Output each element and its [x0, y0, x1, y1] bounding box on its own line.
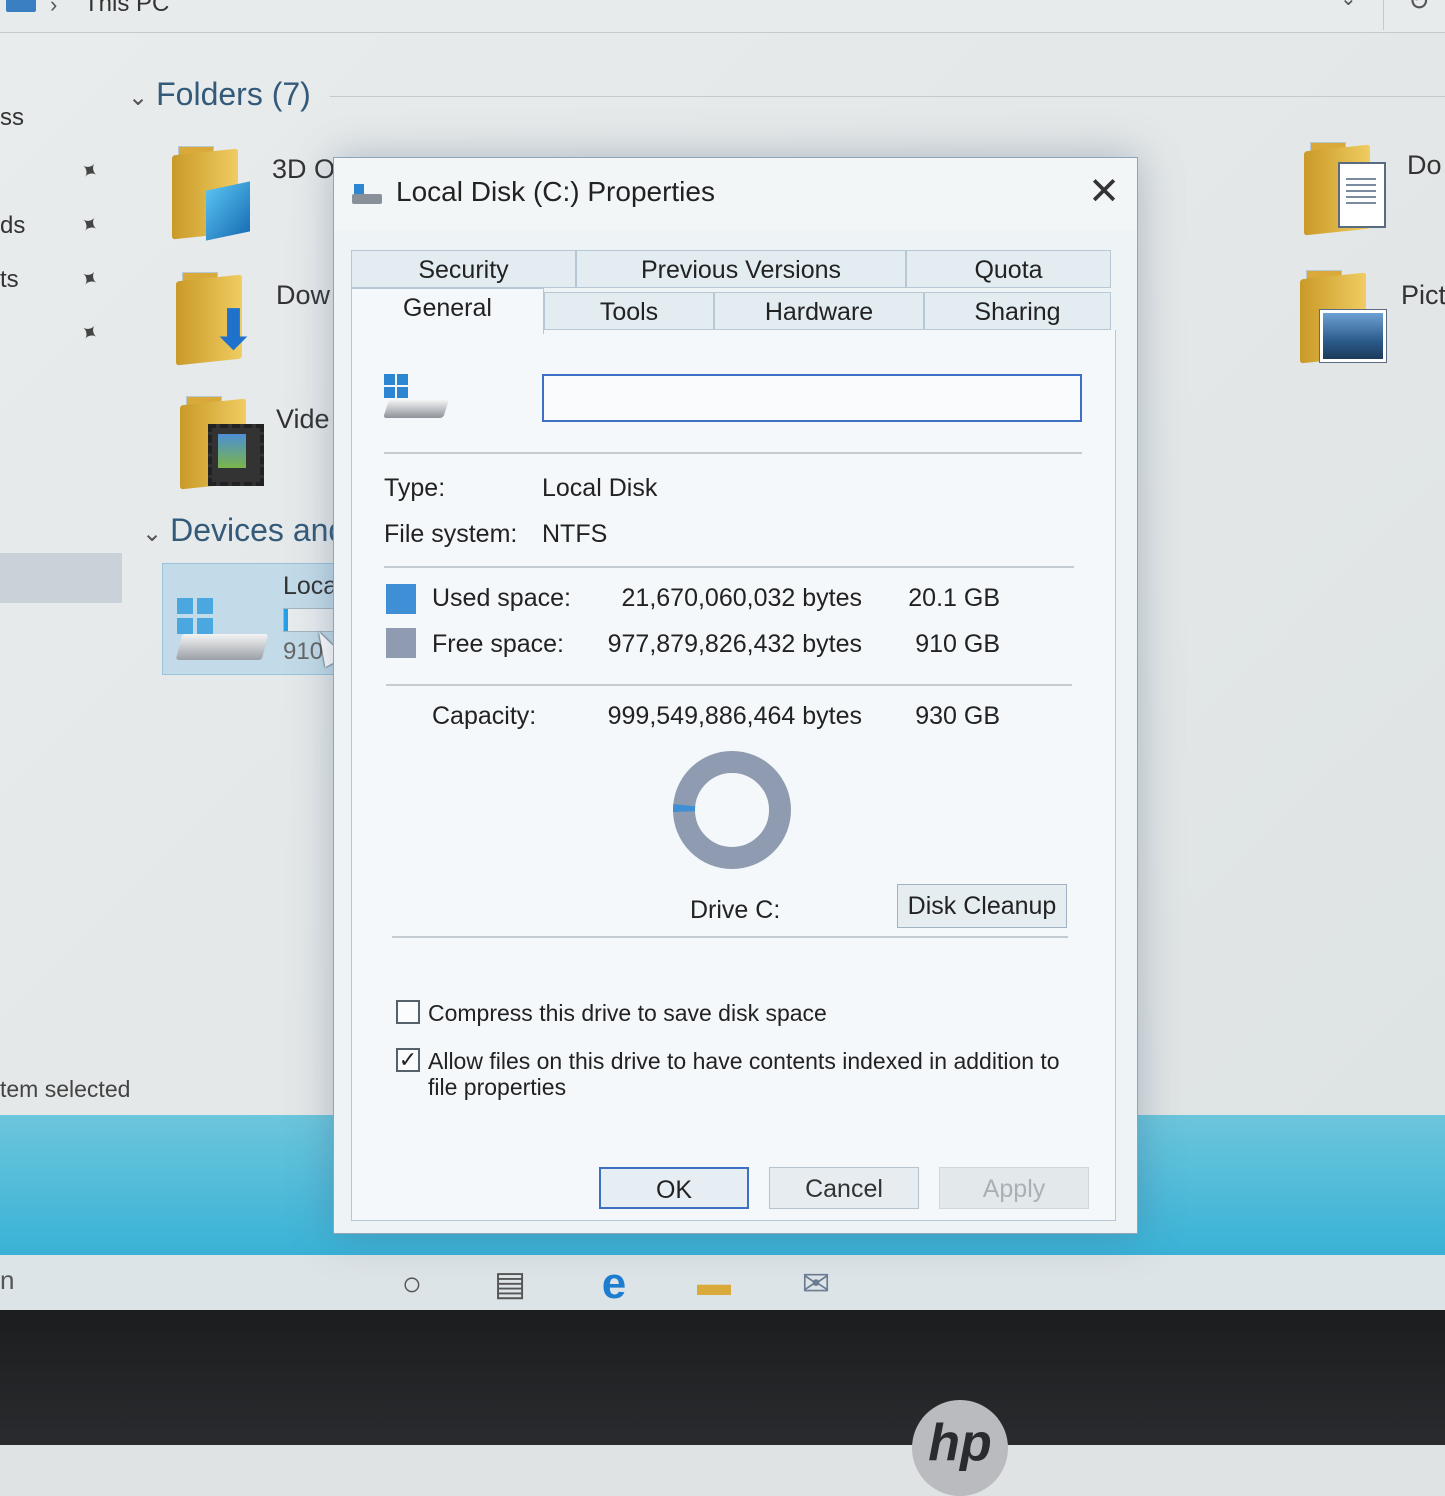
mail-icon[interactable]: ✉ — [786, 1261, 846, 1307]
free-space-swatch — [386, 628, 416, 658]
close-button[interactable]: ✕ — [1082, 170, 1126, 214]
pin-icon: ✦ — [74, 317, 105, 349]
type-label: Type: — [384, 474, 446, 502]
dialog-titlebar[interactable]: Local Disk (C:) Properties ✕ — [334, 158, 1137, 230]
index-contents-checkbox[interactable]: ✓ — [396, 1048, 420, 1072]
cancel-button[interactable]: Cancel — [769, 1167, 919, 1209]
divider — [392, 936, 1068, 938]
used-space-bytes: 21,670,060,032 bytes — [621, 584, 862, 612]
folder-label: Pict — [1401, 280, 1445, 310]
drive-icon — [352, 184, 382, 206]
3d-cube-icon — [206, 181, 250, 241]
edge-icon[interactable]: e — [584, 1261, 644, 1307]
drive-label-input[interactable] — [542, 374, 1082, 422]
cortana-icon[interactable]: ○ — [382, 1261, 442, 1307]
free-space-bytes: 977,879,826,432 bytes — [607, 630, 862, 658]
hp-logo: hp — [912, 1400, 1008, 1496]
chevron-down-icon[interactable]: ⌄ — [1340, 0, 1357, 11]
index-contents-label-cont: file properties — [428, 1074, 567, 1100]
film-icon — [208, 424, 264, 486]
divider — [1383, 0, 1384, 30]
status-bar-text: tem selected — [0, 1076, 131, 1102]
document-icon — [1338, 162, 1386, 228]
divider — [384, 452, 1082, 454]
chevron-right-icon: › — [50, 0, 58, 17]
tab-sharing[interactable]: Sharing — [924, 292, 1111, 330]
divider — [330, 96, 1445, 97]
laptop-bezel — [0, 1310, 1445, 1445]
download-arrow-icon: ⬇ — [210, 298, 257, 361]
capacity-label: Capacity: — [432, 702, 537, 730]
free-space-label: Free space: — [432, 630, 565, 658]
apply-button[interactable]: Apply — [939, 1167, 1089, 1209]
folder-3d-objects[interactable] — [172, 146, 250, 241]
file-system-label: File system: — [384, 520, 518, 548]
divider — [384, 566, 1074, 568]
used-space-swatch — [386, 584, 416, 614]
file-system-value: NTFS — [542, 520, 608, 548]
folder-label: Vide — [276, 404, 330, 434]
nav-item[interactable]: ss — [0, 104, 24, 132]
capacity-bytes: 999,549,886,464 bytes — [607, 702, 862, 730]
drive-label: Loca — [283, 572, 338, 600]
picture-icon — [1320, 310, 1386, 362]
pin-icon: ✦ — [74, 263, 105, 295]
pin-icon: ✦ — [74, 155, 105, 187]
dialog-title: Local Disk (C:) Properties — [396, 176, 715, 207]
hard-drive-icon — [175, 634, 269, 660]
folder-documents[interactable] — [1304, 142, 1386, 236]
disk-cleanup-button[interactable]: Disk Cleanup — [897, 884, 1067, 928]
tab-previous-versions[interactable]: Previous Versions — [576, 250, 906, 288]
used-space-label: Used space: — [432, 584, 571, 612]
taskbar-text: n — [0, 1265, 15, 1295]
tab-quota[interactable]: Quota — [906, 250, 1111, 288]
type-value: Local Disk — [542, 474, 658, 502]
breadcrumb[interactable]: This PC — [84, 0, 169, 18]
nav-item[interactable]: ts — [0, 266, 19, 294]
disk-usage-ring — [673, 751, 792, 869]
pin-icon: ✦ — [74, 209, 105, 241]
folder-videos[interactable] — [180, 396, 264, 490]
folder-label: Do — [1407, 150, 1442, 180]
hard-drive-icon — [383, 374, 456, 430]
capacity-size: 930 GB — [915, 702, 1000, 730]
folder-label: 3D O — [272, 154, 336, 184]
nav-item-selected[interactable] — [0, 553, 122, 603]
windows-logo-icon — [177, 598, 213, 634]
taskbar: n ○ ▤ e ▬ ✉ — [0, 1255, 1445, 1315]
drive-letter-label: Drive C: — [690, 896, 781, 924]
tab-hardware[interactable]: Hardware — [714, 292, 924, 330]
used-space-size: 20.1 GB — [908, 584, 1000, 612]
address-bar[interactable]: › This PC ⌄ ↻ — [0, 0, 1445, 33]
general-tab-panel: Type: Local Disk File system: NTFS Used … — [351, 330, 1116, 1221]
chevron-down-icon: ⌄ — [128, 84, 149, 111]
folder-downloads[interactable]: ⬇ — [176, 272, 257, 366]
folder-pictures[interactable] — [1300, 270, 1386, 364]
group-header-folders[interactable]: ⌄ Folders (7) — [128, 76, 311, 113]
nav-item[interactable]: ds — [0, 212, 25, 240]
this-pc-icon — [6, 0, 36, 12]
divider — [386, 684, 1072, 686]
tab-general[interactable]: General — [351, 288, 544, 334]
index-contents-label: Allow files on this drive to have conten… — [428, 1048, 1060, 1074]
file-explorer-icon[interactable]: ▬ — [674, 1261, 754, 1313]
properties-dialog: Local Disk (C:) Properties ✕ Security Pr… — [333, 157, 1138, 1234]
compress-drive-checkbox[interactable] — [396, 1000, 420, 1024]
compress-drive-label: Compress this drive to save disk space — [428, 1000, 827, 1026]
group-header-devices[interactable]: ⌄ Devices and — [142, 512, 346, 549]
chevron-down-icon: ⌄ — [142, 520, 163, 547]
folder-label: Dow — [276, 280, 331, 310]
free-space-ring — [673, 751, 791, 869]
tab-tools[interactable]: Tools — [544, 292, 714, 330]
ok-button[interactable]: OK — [599, 1167, 749, 1209]
refresh-icon[interactable]: ↻ — [1408, 0, 1430, 17]
task-view-icon[interactable]: ▤ — [480, 1261, 540, 1307]
free-space-size: 910 GB — [915, 630, 1000, 658]
tab-security[interactable]: Security — [351, 250, 576, 288]
